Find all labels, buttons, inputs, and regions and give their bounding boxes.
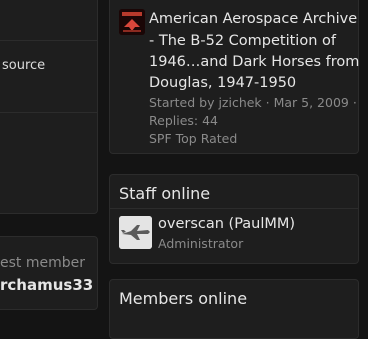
jet-aircraft-icon xyxy=(119,216,152,249)
members-online-block xyxy=(109,279,359,339)
latest-member-block xyxy=(0,236,98,310)
thread-title-line-1[interactable]: American Aerospace Archive xyxy=(149,9,357,30)
thread-title-line-4[interactable]: Douglas, 1947-1950 xyxy=(149,73,296,94)
latest-member-name[interactable]: rchamus33 xyxy=(0,276,93,294)
book-cover-icon xyxy=(119,9,145,35)
members-online-header[interactable]: Members online xyxy=(119,289,247,308)
staff-user-name[interactable]: overscan (PaulMM) xyxy=(158,216,295,232)
staff-avatar[interactable] xyxy=(119,216,152,249)
left-top-block xyxy=(0,0,98,214)
left-top-separator-2 xyxy=(0,112,97,113)
thread-avatar[interactable] xyxy=(119,9,145,35)
thread-title-line-3[interactable]: 1946…and Dark Horses from xyxy=(149,52,359,73)
resource-link[interactable]: source xyxy=(2,58,45,73)
thread-meta-line-2: Replies: 44 xyxy=(149,113,218,128)
thread-meta-line-3: SPF Top Rated xyxy=(149,131,238,146)
thread-title-line-2[interactable]: - The B-52 Competition of xyxy=(149,31,336,52)
staff-online-separator xyxy=(110,208,358,209)
staff-user-role: Administrator xyxy=(158,236,244,251)
thread-meta-line-1: Started by jzichek · Mar 5, 2009 · xyxy=(149,95,357,110)
staff-online-header[interactable]: Staff online xyxy=(119,184,210,203)
latest-member-label: est member xyxy=(0,255,85,271)
left-top-separator-1 xyxy=(0,40,97,41)
